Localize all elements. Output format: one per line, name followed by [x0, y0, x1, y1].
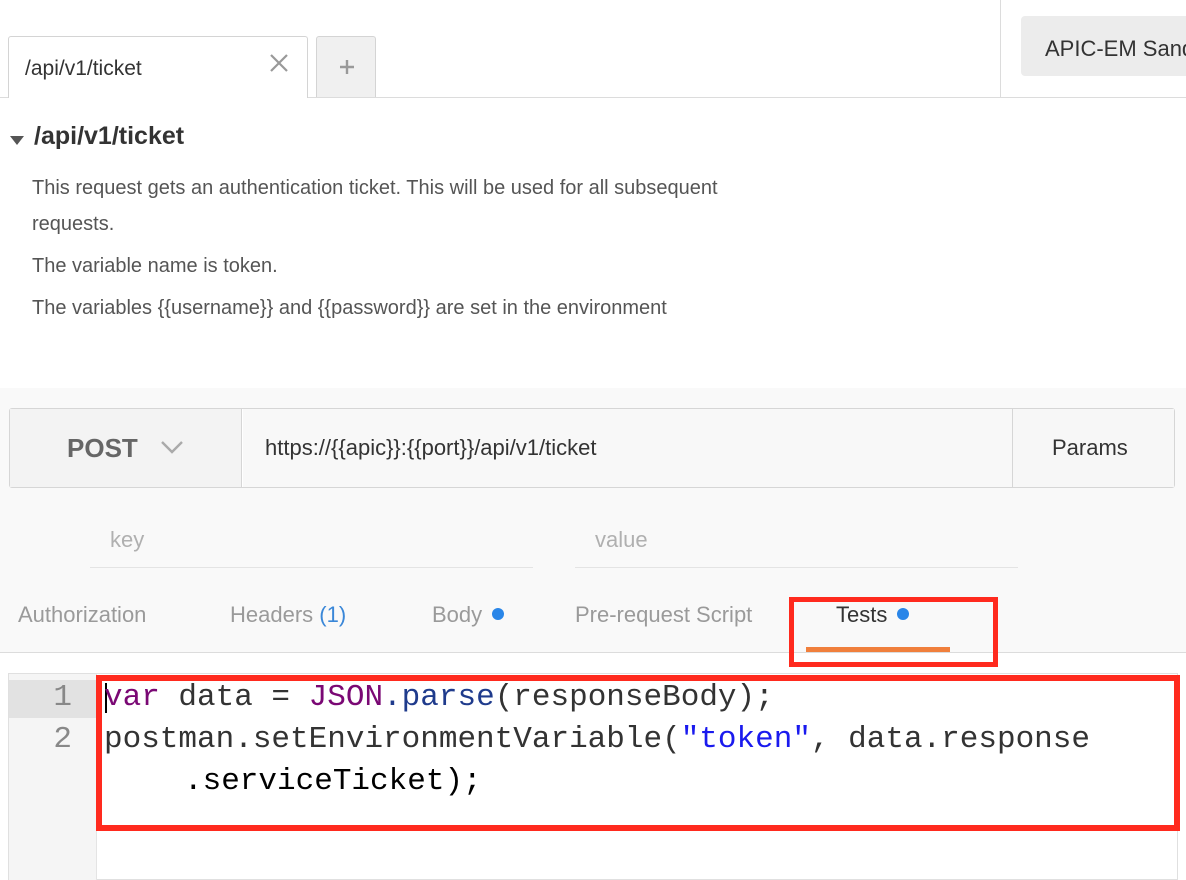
environment-select[interactable]: APIC-EM Sandbox — [1021, 16, 1186, 76]
request-tab[interactable]: /api/v1/ticket — [8, 36, 308, 99]
add-tab-button[interactable] — [316, 36, 376, 97]
tab-authorization[interactable]: Authorization — [18, 602, 146, 628]
environment-area: APIC-EM Sandbox — [1000, 0, 1186, 98]
line-number: 2 — [53, 722, 72, 757]
environment-select-label: APIC-EM Sandbox — [1045, 36, 1186, 61]
url-bar: POST Params — [9, 408, 1175, 488]
param-value-input[interactable] — [575, 512, 1018, 568]
caret-down-icon[interactable] — [10, 133, 24, 151]
request-info: /api/v1/ticket This request gets an auth… — [0, 98, 1186, 388]
plus-icon — [340, 60, 354, 74]
request-title: /api/v1/ticket — [34, 122, 185, 150]
close-icon[interactable] — [267, 51, 291, 75]
params-button[interactable]: Params — [1012, 409, 1174, 487]
tab-body-label: Body — [432, 602, 483, 627]
tab-headers-label: Headers — [230, 602, 314, 627]
request-description-line: The variables {{username}} and {{passwor… — [32, 297, 667, 319]
request-tab-strip: /api/v1/ticket — [0, 0, 1000, 99]
request-tab-label: /api/v1/ticket — [25, 57, 142, 80]
request-description-line: The variable name is token. — [32, 255, 278, 277]
tab-body[interactable]: Body — [432, 602, 505, 628]
request-builder: POST Params Authorization Headers (1) Bo… — [0, 388, 1186, 653]
headers-count-badge: (1) — [319, 602, 347, 627]
method-select[interactable]: POST — [10, 409, 242, 487]
code-highlight-box — [96, 675, 1180, 831]
chevron-down-icon — [161, 441, 183, 454]
tests-tab-highlight-box — [789, 597, 998, 667]
params-button-label: Params — [1052, 435, 1128, 460]
url-input[interactable] — [243, 409, 1015, 487]
tab-authorization-label: Authorization — [18, 602, 147, 627]
request-description-line: This request gets an authentication tick… — [32, 177, 718, 235]
line-number: 1 — [53, 680, 72, 715]
tab-headers[interactable]: Headers (1) — [230, 602, 346, 628]
param-key-input[interactable] — [90, 512, 533, 568]
line-number-gutter: 1 2 — [9, 674, 97, 880]
method-label: POST — [67, 433, 138, 463]
tab-pre-request-script-label: Pre-request Script — [575, 602, 753, 627]
tab-pre-request-script[interactable]: Pre-request Script — [575, 602, 752, 628]
modified-dot-icon — [492, 608, 505, 620]
